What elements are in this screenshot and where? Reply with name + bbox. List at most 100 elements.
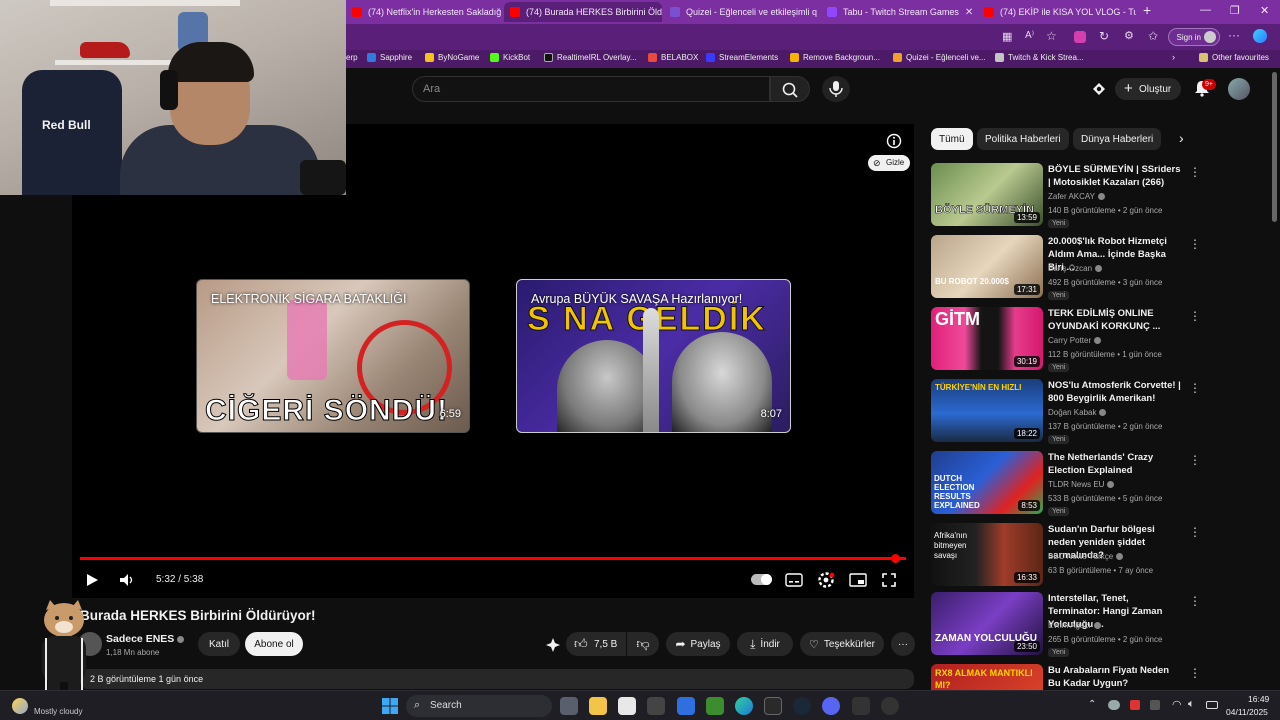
dislike-button[interactable]: 👎︎ bbox=[627, 632, 659, 656]
epic-games-icon[interactable] bbox=[764, 697, 782, 715]
browser-tab[interactable]: (74) EKİP ile KISA YOL VLOG - Tu ✕ bbox=[978, 2, 1136, 22]
more-vert-icon[interactable]: ⋮ bbox=[1189, 309, 1201, 323]
bookmark[interactable]: Sapphire bbox=[367, 53, 412, 62]
clock-time[interactable]: 16:49 bbox=[1248, 694, 1269, 704]
capcut-icon[interactable] bbox=[852, 697, 870, 715]
channel-name[interactable]: Carry Potter bbox=[1048, 336, 1102, 345]
refresh-icon[interactable]: ↻ bbox=[1099, 29, 1109, 43]
video-title[interactable]: TERK EDİLMİŞ ONLINE OYUNDAKİ KORKUNÇ ... bbox=[1048, 307, 1182, 333]
endcard-video[interactable]: ELEKTRONİK SİGARA BATAKLIĞI CİĞERİ SÖNDÜ… bbox=[196, 279, 470, 433]
miniplayer-icon[interactable] bbox=[849, 572, 867, 588]
video-thumbnail[interactable]: RX8 ALMAK MANTIKLI MI? bbox=[931, 664, 1043, 690]
visual-studio-icon[interactable] bbox=[677, 697, 695, 715]
more-vert-icon[interactable]: ⋮ bbox=[1189, 666, 1201, 680]
mic-tray-icon[interactable] bbox=[1150, 700, 1160, 710]
progress-scrubber[interactable] bbox=[891, 554, 900, 563]
more-vert-icon[interactable]: ⋮ bbox=[1189, 381, 1201, 395]
recommended-video[interactable]: ZAMAN YOLCULUĞU 23:50 Interstellar, Tene… bbox=[931, 592, 1271, 657]
video-thumbnail[interactable]: GİTM 30:19 bbox=[931, 307, 1043, 370]
channel-name[interactable]: Barış Özcan bbox=[1048, 264, 1103, 273]
wifi-icon[interactable]: ◠ bbox=[1172, 698, 1182, 711]
page-scrollbar[interactable] bbox=[1272, 72, 1277, 222]
video-thumbnail[interactable]: BU ROBOT 20.000$ 17:31 bbox=[931, 235, 1043, 298]
recommended-video[interactable]: Afrika'nın bitmeyen savaşı 16:33 Sudan'ı… bbox=[931, 523, 1271, 587]
volume-icon[interactable] bbox=[118, 572, 136, 588]
more-options-icon[interactable]: ··· bbox=[1228, 28, 1240, 42]
sign-in-button[interactable]: Sign in bbox=[1168, 28, 1220, 46]
channel-name[interactable]: Sadece ENES bbox=[106, 633, 185, 645]
new-tab-icon[interactable]: + bbox=[1143, 2, 1151, 18]
channel-name[interactable]: TLDR News EU bbox=[1048, 480, 1115, 489]
maximize-icon[interactable]: ❐ bbox=[1230, 4, 1240, 17]
voice-search-button[interactable] bbox=[822, 76, 850, 102]
minecraft-icon[interactable] bbox=[706, 697, 724, 715]
bookmark[interactable]: Remove Backgroun... bbox=[790, 53, 880, 62]
edge-browser-icon[interactable] bbox=[735, 697, 753, 715]
more-vert-icon[interactable]: ⋮ bbox=[1189, 594, 1201, 608]
extensions-puzzle-icon[interactable]: ⚙ bbox=[1124, 29, 1134, 42]
other-favourites[interactable]: Other favourites bbox=[1199, 53, 1269, 62]
window-close-icon[interactable]: ✕ bbox=[1260, 4, 1269, 17]
clock-date[interactable]: 04/11/2025 bbox=[1226, 707, 1268, 717]
bookmark[interactable]: ByNoGame bbox=[425, 53, 479, 62]
video-thumbnail[interactable]: Afrika'nın bitmeyen savaşı 16:33 bbox=[931, 523, 1043, 586]
browser-tab[interactable]: (74) Netflix'in Herkesten Sakladığı ✕ bbox=[346, 2, 502, 22]
taskbar-search[interactable]: ⌕ Search bbox=[406, 695, 552, 717]
join-button[interactable]: Katıl bbox=[198, 632, 240, 656]
browser-tab[interactable]: Tabu - Twitch Stream Games ✕ bbox=[821, 2, 976, 22]
github-icon[interactable] bbox=[647, 697, 665, 715]
close-tab-icon[interactable]: ✕ bbox=[817, 7, 819, 18]
video-title[interactable]: Bu Arabaların Fiyatı Neden Bu Kadar Uygu… bbox=[1048, 664, 1182, 690]
video-thumbnail[interactable]: BÖYLE SÜRMEYİN 13:59 bbox=[931, 163, 1043, 226]
more-vert-icon[interactable]: ⋮ bbox=[1189, 237, 1201, 251]
video-thumbnail[interactable]: DUTCH ELECTION RESULTS EXPLAINED 8:53 bbox=[931, 451, 1043, 514]
user-avatar[interactable] bbox=[1228, 78, 1250, 100]
favorites-icon[interactable]: ✩ bbox=[1148, 29, 1158, 43]
bookmark[interactable]: BELABOX bbox=[648, 53, 698, 62]
sparkle-gift-icon[interactable] bbox=[545, 637, 561, 653]
chip-world[interactable]: Dünya Haberleri bbox=[1073, 128, 1162, 150]
recommended-video[interactable]: DUTCH ELECTION RESULTS EXPLAINED 8:53 Th… bbox=[931, 451, 1271, 516]
bookmark[interactable]: Quizei - Eğlenceli ve... bbox=[893, 53, 986, 62]
task-view-icon[interactable] bbox=[560, 697, 578, 715]
recommended-video[interactable]: RX8 ALMAK MANTIKLI MI? Bu Arabaların Fiy… bbox=[931, 664, 1271, 690]
subscribe-button[interactable]: Abone ol bbox=[245, 632, 303, 656]
endcard-video[interactable]: S NA GELDİK Avrupa BÜYÜK SAVAŞA Hazırlan… bbox=[516, 279, 791, 433]
recommended-video[interactable]: TÜRKİYE'NİN EN HIZLI 18:22 NOS'lu Atmosf… bbox=[931, 379, 1271, 444]
like-button[interactable]: 👍︎ 7,5 B bbox=[566, 632, 626, 656]
video-thumbnail[interactable]: ZAMAN YOLCULUĞU 23:50 bbox=[931, 592, 1043, 655]
channel-name[interactable]: Evrim Ağacı bbox=[1048, 621, 1101, 630]
play-icon[interactable] bbox=[84, 572, 100, 588]
read-aloud-icon[interactable]: A⁾ bbox=[1025, 30, 1034, 41]
info-icon[interactable] bbox=[886, 133, 902, 149]
channel-name[interactable]: BBC News Türkçe bbox=[1048, 552, 1124, 561]
video-title[interactable]: NOS'lu Atmosferik Corvette! | 800 Beygir… bbox=[1048, 379, 1182, 405]
minimize-icon[interactable]: — bbox=[1200, 4, 1211, 16]
speaker-icon[interactable]: 🔈︎ bbox=[1188, 698, 1195, 711]
progress-bar[interactable] bbox=[80, 557, 906, 560]
file-explorer-icon[interactable] bbox=[589, 697, 607, 715]
recommended-video[interactable]: GİTM 30:19 TERK EDİLMİŞ ONLINE OYUNDAKİ … bbox=[931, 307, 1271, 372]
bookmark[interactable]: RealtimeIRL Overlay... bbox=[544, 53, 637, 62]
extension-icon[interactable] bbox=[1074, 31, 1086, 43]
thanks-button[interactable]: ♡ Teşekkürler bbox=[800, 632, 884, 656]
obs-icon[interactable] bbox=[881, 697, 899, 715]
recommended-video[interactable]: BÖYLE SÜRMEYİN 13:59 BÖYLE SÜRMEYİN | SS… bbox=[931, 163, 1271, 228]
bookmark[interactable]: erp bbox=[346, 53, 358, 62]
share-button[interactable]: ➦ Paylaş bbox=[666, 632, 730, 656]
chip-politics[interactable]: Politika Haberleri bbox=[977, 128, 1069, 150]
browser-tab[interactable]: Quizei - Eğlenceli ve etkileşimli q ✕ bbox=[664, 2, 819, 22]
chip-all[interactable]: Tümü bbox=[931, 128, 973, 150]
video-thumbnail[interactable]: TÜRKİYE'NİN EN HIZLI 18:22 bbox=[931, 379, 1043, 442]
channel-name[interactable]: Zafer AKCAY bbox=[1048, 192, 1105, 201]
more-vert-icon[interactable]: ⋮ bbox=[1189, 165, 1201, 179]
steam-icon[interactable] bbox=[793, 697, 811, 715]
browser-tab-active[interactable]: (74) Burada HERKES Birbirini Öldü ✕ bbox=[504, 2, 662, 22]
windows-start-icon[interactable] bbox=[381, 697, 399, 715]
bookmark[interactable]: KickBot bbox=[490, 53, 530, 62]
hide-endcards-button[interactable]: ⊘ Gizle bbox=[868, 155, 911, 171]
video-title[interactable]: BÖYLE SÜRMEYİN | SSriders | Motosiklet K… bbox=[1048, 163, 1182, 189]
bookmark[interactable]: Twitch & Kick Strea... bbox=[995, 53, 1084, 62]
cloud-icon[interactable] bbox=[1108, 700, 1120, 710]
tray-app-icon[interactable] bbox=[1130, 700, 1140, 710]
